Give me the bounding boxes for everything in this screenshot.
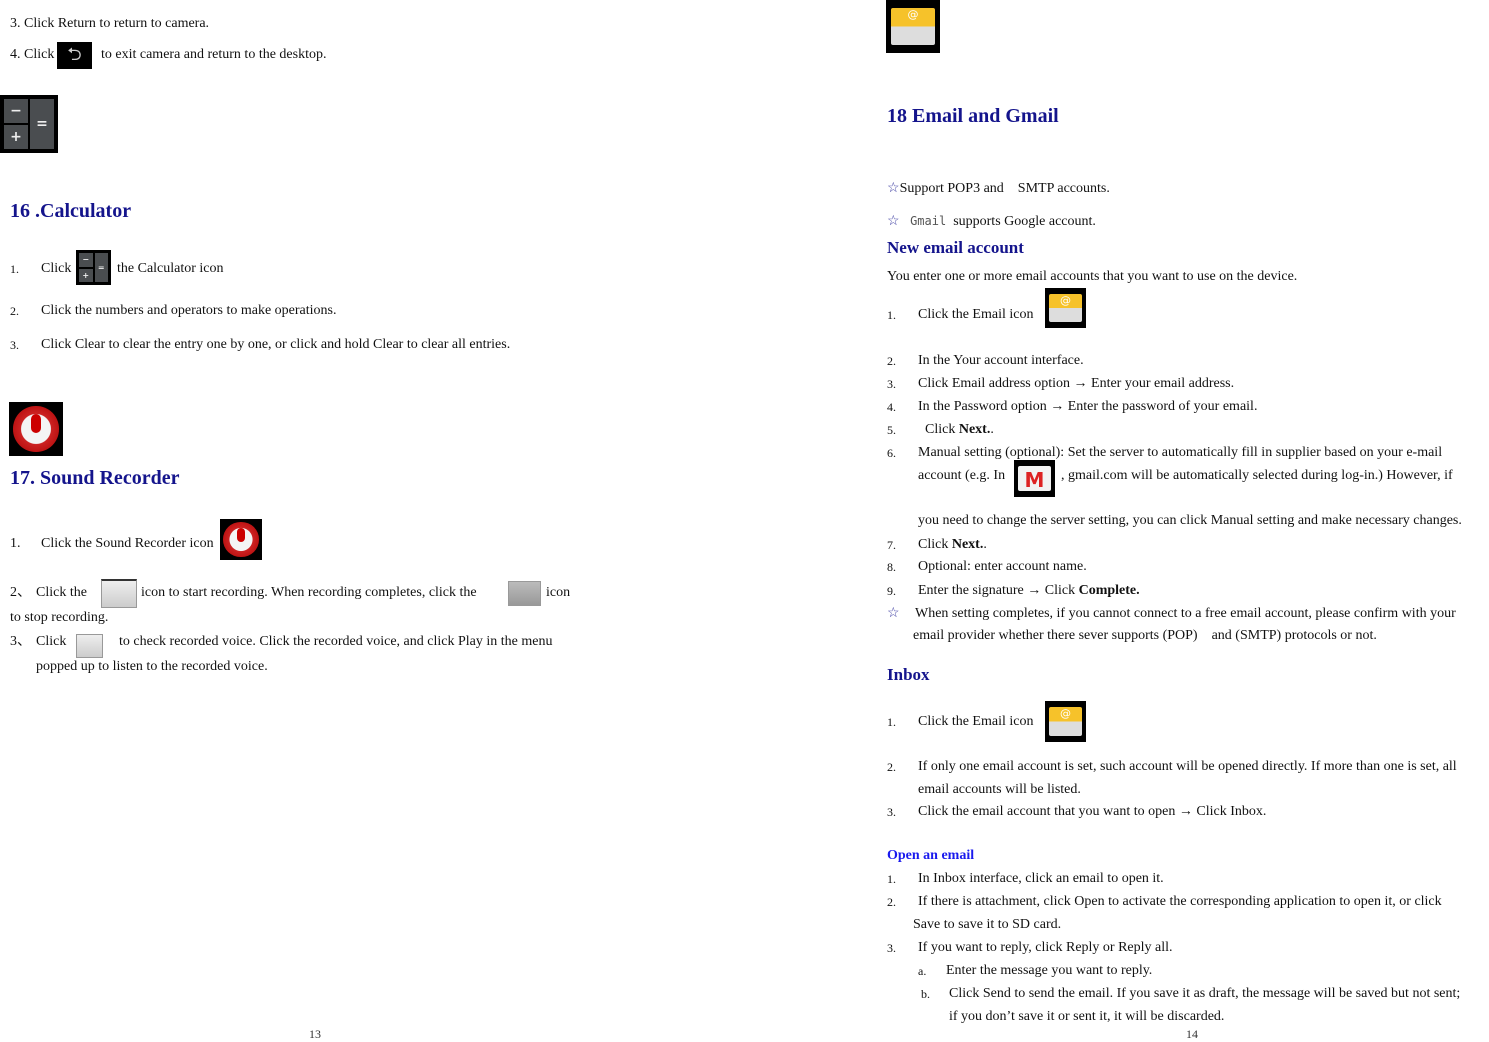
step-text: Click the Sound Recorder icon (41, 536, 214, 551)
list-number: 5. (887, 423, 896, 437)
microphone-icon (220, 519, 262, 560)
step-text: In the Your account interface. (918, 353, 1084, 368)
step-text: icon to start recording. When recording … (141, 585, 477, 600)
email-icon: @ (1045, 288, 1086, 328)
star-icon: ☆ (887, 606, 900, 621)
step-text: icon (546, 585, 571, 600)
list-letter: b. (921, 987, 930, 1001)
step-text: to stop recording. (10, 610, 109, 625)
step-text: 4. Click (10, 47, 55, 62)
equals-icon: = (30, 99, 54, 149)
list-number: 3. (887, 941, 896, 955)
step-text: to exit camera and return to the desktop… (101, 47, 327, 62)
star-icon: ☆ (887, 181, 900, 196)
step-text: Click Next.. (918, 537, 987, 552)
note-text: When setting completes, if you cannot co… (915, 606, 1456, 621)
step-text: In the Password option → Enter the passw… (918, 399, 1258, 414)
list-number: 2. (887, 895, 896, 909)
step-text: email accounts will be listed. (918, 782, 1081, 797)
list-number: 7. (887, 538, 896, 552)
record-icon (101, 579, 137, 608)
bullet-text: ☆ Gmail supports Google account. (887, 214, 1096, 229)
step-text: popped up to listen to the recorded voic… (36, 659, 268, 674)
bullet-text: ☆Support POP3 and SMTP accounts. (887, 181, 1110, 196)
step-text: Click the Email icon (918, 307, 1034, 322)
list-number: 9. (887, 584, 896, 598)
minus-icon: − (4, 99, 28, 123)
step-text: 3. Click Return to return to camera. (10, 16, 210, 31)
step-text: Save to save it to SD card. (913, 917, 1062, 932)
step-text: If only one email account is set, such a… (918, 759, 1457, 774)
section-heading-calculator: 16 .Calculator (10, 200, 132, 222)
note-text: email provider whether there sever suppo… (913, 628, 1377, 643)
email-icon: @ (1045, 701, 1086, 742)
step-text: account (e.g. In (918, 468, 1006, 483)
section-heading-sound-recorder: 17. Sound Recorder (10, 467, 180, 489)
step-text: Click the numbers and operators to make … (41, 303, 337, 318)
gmail-icon: M (1014, 460, 1055, 497)
list-number: 3、 (10, 634, 31, 649)
step-text: Click Send to send the email. If you sav… (949, 986, 1461, 1001)
list-number: 2. (887, 760, 896, 774)
step-text: to check recorded voice. Click the recor… (119, 634, 553, 649)
step-text: If there is attachment, click Open to ac… (918, 894, 1442, 909)
star-icon: ☆ (887, 214, 900, 229)
step-text: Manual setting (optional): Set the serve… (918, 445, 1443, 460)
step-text: Click Email address option → Enter your … (918, 376, 1235, 391)
list-number: 6. (887, 446, 896, 460)
step-text: Click Clear to clear the entry one by on… (41, 337, 511, 352)
list-number: 1. (10, 536, 21, 551)
step-text: Click the Email icon (918, 714, 1034, 729)
play-icon (76, 634, 103, 658)
step-text: Enter the message you want to reply. (946, 963, 1153, 978)
step-text: the Calculator icon (117, 261, 224, 276)
step-text: In Inbox interface, click an email to op… (918, 871, 1164, 886)
step-text: If you want to reply, click Reply or Rep… (918, 940, 1173, 955)
microphone-icon (9, 402, 63, 456)
step-text: Click Next.. (925, 422, 994, 437)
list-number: 2. (10, 304, 19, 318)
subheading-new-email-account: New email account (887, 238, 1024, 257)
plus-icon: + (4, 125, 28, 149)
stop-icon (508, 581, 541, 606)
list-number: 2、 (10, 585, 31, 600)
step-text: Click the email account that you want to… (918, 804, 1267, 819)
list-number: 3. (10, 338, 19, 352)
step-text: Click (41, 261, 72, 276)
back-icon: ⮌ (57, 42, 92, 69)
list-number: 1. (10, 262, 19, 276)
step-text: Click the (36, 585, 87, 600)
calculator-icon: − = + (76, 250, 111, 285)
subheading-inbox: Inbox (887, 665, 930, 684)
step-text: Click (36, 634, 67, 649)
list-number: 8. (887, 560, 896, 574)
list-number: 1. (887, 872, 896, 886)
list-number: 1. (887, 308, 896, 322)
step-text: Enter the signature → Click Complete. (918, 583, 1140, 598)
section-heading-email: 18 Email and Gmail (887, 105, 1059, 127)
list-number: 3. (887, 377, 896, 391)
step-text: , gmail.com will be automatically select… (1061, 468, 1453, 483)
list-number: 4. (887, 400, 896, 414)
step-text: you need to change the server setting, y… (918, 513, 1462, 528)
step-text: Optional: enter account name. (918, 559, 1087, 574)
list-number: 1. (887, 715, 896, 729)
list-letter: a. (918, 964, 927, 978)
list-number: 2. (887, 354, 896, 368)
calculator-icon: − = + (0, 95, 58, 153)
subheading-open-email: Open an email (887, 848, 975, 863)
email-icon: @ (886, 0, 940, 53)
step-text: if you don’t save it or sent it, it will… (949, 1009, 1225, 1024)
list-number: 3. (887, 805, 896, 819)
paragraph: You enter one or more email accounts tha… (887, 269, 1298, 284)
